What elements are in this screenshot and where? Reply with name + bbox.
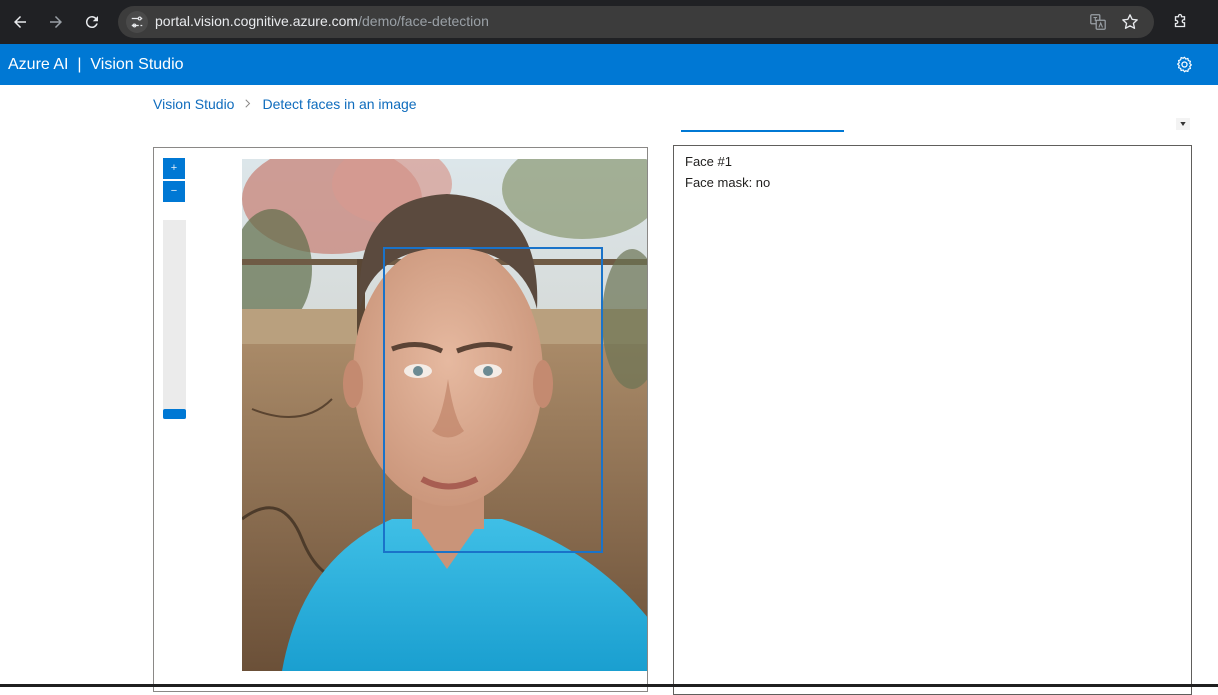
extensions-icon[interactable] <box>1168 10 1192 34</box>
zoom-in-button[interactable]: + <box>163 158 185 179</box>
breadcrumb-separator-icon <box>245 97 251 111</box>
url-text: portal.vision.cognitive.azure.com/demo/f… <box>155 13 489 29</box>
reload-icon[interactable] <box>80 10 104 34</box>
chevron-down-icon[interactable] <box>1176 118 1190 130</box>
zoom-slider-thumb[interactable] <box>163 409 186 419</box>
browser-toolbar: portal.vision.cognitive.azure.com/demo/f… <box>0 0 1218 44</box>
settings-gear-icon[interactable] <box>1172 52 1196 76</box>
translate-icon[interactable] <box>1088 12 1108 32</box>
active-tab-indicator <box>681 130 844 132</box>
bookmark-star-icon[interactable] <box>1120 12 1140 32</box>
face-bounding-box[interactable] <box>383 247 603 553</box>
site-info-icon[interactable] <box>126 11 148 33</box>
breadcrumb-vision-studio[interactable]: Vision Studio <box>153 96 234 112</box>
back-icon[interactable] <box>8 10 32 34</box>
address-bar[interactable]: portal.vision.cognitive.azure.com/demo/f… <box>118 6 1154 38</box>
zoom-out-button[interactable]: − <box>163 181 185 202</box>
detection-results-panel: Face #1 Face mask: no <box>673 145 1192 695</box>
breadcrumb: Vision Studio Detect faces in an image <box>153 96 417 112</box>
url-path: /demo/face-detection <box>358 13 489 29</box>
result-face-label: Face #1 <box>685 154 732 169</box>
result-face-mask: Face mask: no <box>685 175 771 190</box>
app-header: Azure AI | Vision Studio <box>0 44 1218 85</box>
app-title[interactable]: Azure AI | Vision Studio <box>8 56 184 74</box>
forward-icon[interactable] <box>44 10 68 34</box>
image-viewer-panel: + − <box>153 147 648 692</box>
url-domain: portal.vision.cognitive.azure.com <box>155 13 359 29</box>
zoom-slider-track[interactable] <box>163 220 186 419</box>
breadcrumb-detect-faces[interactable]: Detect faces in an image <box>262 96 416 112</box>
